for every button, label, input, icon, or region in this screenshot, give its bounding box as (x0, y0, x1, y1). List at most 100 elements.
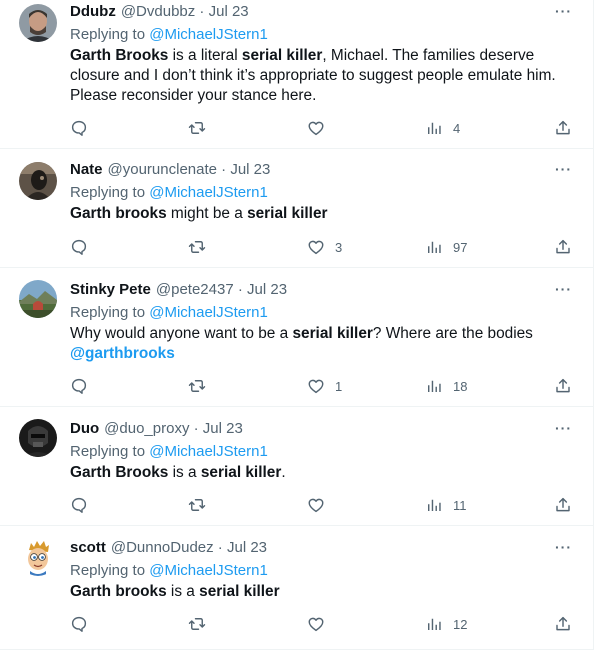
reply-tweet[interactable]: Duo @duo_proxy · Jul 23 ··· Replying to @Mi… (0, 407, 594, 526)
like-button[interactable] (307, 117, 325, 139)
share-button[interactable] (554, 494, 572, 516)
text-segment: ? Where are the bodies (372, 325, 533, 342)
user-handle[interactable]: @yourunclenate (108, 161, 217, 178)
display-name[interactable]: Ddubz (70, 3, 116, 20)
views-button[interactable]: 12 (425, 613, 467, 635)
text-segment: Garth brooks (70, 583, 167, 600)
retweet-button[interactable] (188, 375, 206, 397)
replying-to-link[interactable]: @MichaelJStern1 (149, 443, 268, 460)
share-button[interactable] (554, 117, 572, 139)
tweet-header: Duo @duo_proxy · Jul 23 ··· (70, 420, 576, 442)
display-name[interactable]: Duo (70, 420, 99, 437)
handle-and-date[interactable]: @pete2437 · Jul 23 (156, 281, 287, 298)
avatar[interactable] (19, 538, 57, 576)
views-button[interactable]: 4 (425, 117, 460, 139)
tweet-header: Stinky Pete @pete2437 · Jul 23 ··· (70, 281, 576, 303)
views-icon (425, 615, 443, 633)
retweet-button[interactable] (188, 117, 206, 139)
handle-and-date[interactable]: @DunnoDudez · Jul 23 (111, 539, 267, 556)
share-button[interactable] (554, 375, 572, 397)
share-icon (554, 615, 572, 633)
tweet-actions: 4 (70, 117, 580, 139)
tweet-actions: 1 18 (70, 375, 580, 397)
views-count: 12 (453, 616, 468, 632)
more-dots-icon[interactable]: ··· (555, 420, 572, 436)
reply-tweet[interactable]: Nate @yourunclenate · Jul 23 ··· Replying t… (0, 149, 594, 268)
display-name[interactable]: scott (70, 539, 106, 556)
tweet-actions: 3 97 (70, 236, 580, 258)
replying-to-link[interactable]: @MichaelJStern1 (149, 184, 268, 201)
tweet-date[interactable]: Jul 23 (203, 420, 243, 437)
reply-button[interactable] (70, 613, 88, 635)
reply-button[interactable] (70, 494, 88, 516)
tweet-date[interactable]: Jul 23 (227, 539, 267, 556)
user-handle[interactable]: @Dvdubbz (121, 3, 195, 20)
text-segment: serial killer (241, 47, 323, 64)
more-dots-icon[interactable]: ··· (555, 539, 572, 555)
tweet-date[interactable]: Jul 23 (209, 3, 249, 20)
mention-link[interactable]: @garthbrooks (70, 345, 175, 362)
user-handle[interactable]: @pete2437 (156, 281, 234, 298)
like-button[interactable]: 3 (307, 236, 342, 258)
tweet-actions: 12 (70, 613, 580, 635)
text-segment: is a literal (168, 47, 242, 64)
separator-dot: · (216, 161, 231, 178)
text-segment: might be a (166, 205, 248, 222)
tweet-date[interactable]: Jul 23 (230, 161, 270, 178)
text-segment: Garth brooks (70, 205, 167, 222)
user-handle[interactable]: @duo_proxy (104, 420, 189, 437)
more-dots-icon[interactable]: ··· (555, 3, 572, 19)
reply-button[interactable] (70, 117, 88, 139)
views-button[interactable]: 11 (425, 494, 467, 516)
reply-button[interactable] (70, 236, 88, 258)
retweet-button[interactable] (188, 613, 206, 635)
retweet-button[interactable] (188, 236, 206, 258)
text-segment: serial killer (200, 464, 282, 481)
more-dots-icon[interactable]: ··· (555, 281, 572, 297)
tweet-actions: 11 (70, 494, 580, 516)
reply-button[interactable] (70, 375, 88, 397)
text-segment: serial killer (199, 583, 280, 600)
retweet-button[interactable] (188, 494, 206, 516)
handle-and-date[interactable]: @yourunclenate · Jul 23 (108, 161, 271, 178)
replying-to: Replying to @MichaelJStern1 (70, 303, 576, 323)
avatar[interactable] (19, 280, 57, 318)
views-button[interactable]: 97 (425, 236, 467, 258)
views-count: 4 (453, 120, 461, 136)
like-button[interactable] (307, 494, 325, 516)
display-name[interactable]: Stinky Pete (70, 281, 151, 298)
avatar[interactable] (19, 419, 57, 457)
text-segment: . (281, 464, 286, 481)
like-count: 1 (335, 378, 343, 394)
reply-icon (70, 119, 88, 137)
heart-icon (307, 377, 325, 395)
tweet-header: Nate @yourunclenate · Jul 23 ··· (70, 161, 576, 183)
views-button[interactable]: 18 (425, 375, 467, 397)
replying-to-link[interactable]: @MichaelJStern1 (149, 562, 268, 579)
avatar[interactable] (19, 162, 57, 200)
replying-to: Replying to @MichaelJStern1 (70, 183, 576, 203)
share-button[interactable] (554, 613, 572, 635)
reply-feed: Ddubz @Dvdubbz · Jul 23 ··· Replying to @Mi… (0, 0, 600, 650)
replying-to-link[interactable]: @MichaelJStern1 (149, 304, 268, 321)
replying-prefix: Replying to (70, 562, 150, 579)
reply-tweet[interactable]: Stinky Pete @pete2437 · Jul 23 ··· Replying… (0, 268, 594, 407)
separator-dot: · (213, 539, 227, 556)
tweet-content: Ddubz @Dvdubbz · Jul 23 ··· Replying to @Mi… (70, 3, 576, 106)
more-dots-icon[interactable]: ··· (555, 161, 572, 177)
reply-tweet[interactable]: Ddubz @Dvdubbz · Jul 23 ··· Replying to @Mi… (0, 0, 594, 149)
reply-tweet[interactable]: scott @DunnoDudez · Jul 23 ··· Replying to … (0, 526, 594, 650)
user-handle[interactable]: @DunnoDudez (111, 539, 214, 556)
display-name[interactable]: Nate (70, 161, 103, 178)
heart-icon (307, 119, 325, 137)
like-button[interactable] (307, 613, 325, 635)
share-button[interactable] (554, 236, 572, 258)
replying-to: Replying to @MichaelJStern1 (70, 561, 576, 581)
like-button[interactable]: 1 (307, 375, 342, 397)
handle-and-date[interactable]: @duo_proxy · Jul 23 (104, 420, 243, 437)
replying-to-link[interactable]: @MichaelJStern1 (149, 26, 268, 43)
avatar[interactable] (19, 4, 57, 42)
handle-and-date[interactable]: @Dvdubbz · Jul 23 (121, 3, 249, 20)
tweet-date[interactable]: Jul 23 (247, 281, 287, 298)
tweet-text: Garth brooks might be a serial killer (70, 204, 576, 224)
